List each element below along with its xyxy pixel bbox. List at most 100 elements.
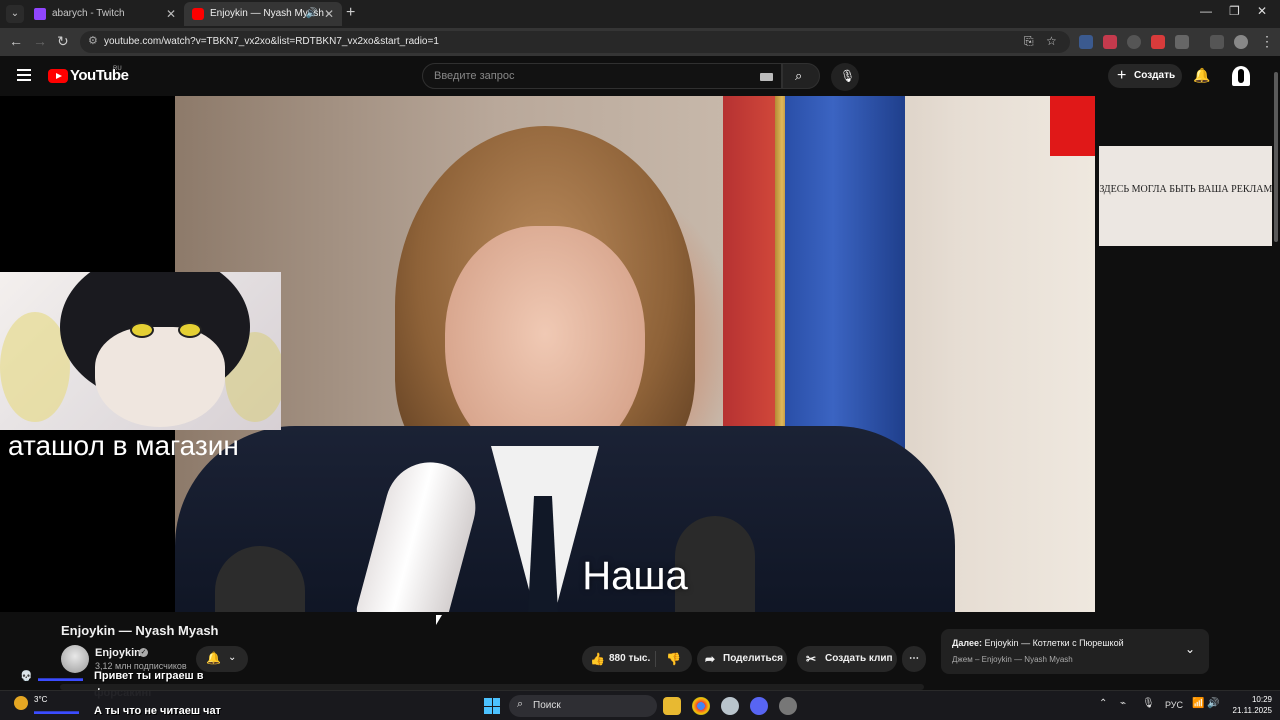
usb-icon[interactable]: ⌁: [1120, 698, 1126, 709]
video-player[interactable]: Наша: [175, 96, 1095, 612]
overlay-eye: [178, 322, 202, 338]
tab-list-button[interactable]: ⌄: [6, 5, 24, 23]
channel-avatar[interactable]: [61, 645, 89, 673]
channel-logo-corner: [1050, 96, 1095, 156]
minimize-icon[interactable]: —: [1200, 4, 1212, 18]
overlay-eye: [130, 322, 154, 338]
search-button[interactable]: ⌕: [782, 63, 820, 89]
create-clip-button[interactable]: ✂ Создать клип: [797, 646, 897, 672]
start-button[interactable]: [484, 698, 500, 714]
share-button[interactable]: ➦ Поделиться: [697, 646, 787, 672]
extension-icon[interactable]: [1127, 35, 1141, 49]
steam-icon[interactable]: [779, 697, 797, 715]
back-icon[interactable]: ←: [9, 33, 23, 49]
restore-icon[interactable]: ❐: [1229, 4, 1240, 18]
up-next-subtitle: Джем – Enjoykin — Nyash Myash: [952, 655, 1073, 664]
keyboard-icon[interactable]: [760, 73, 773, 81]
extension-icon[interactable]: [1079, 35, 1093, 49]
chat-message: Привет ты играеш в: [94, 670, 204, 682]
tab-youtube[interactable]: Enjoykin — Nyash Myash - 🔊 ✕: [184, 2, 342, 26]
clip-label: Создать клип: [825, 653, 893, 664]
ad-text: ЗДЕСЬ МОГЛА БЫТЬ ВАША РЕКЛАМА: [1099, 184, 1280, 195]
more-dots-icon: ⋯: [909, 653, 919, 664]
youtube-header: YouTube RU Введите запрос ⌕ 🎙 Создать 🔔: [0, 56, 1280, 96]
forward-icon[interactable]: →: [33, 33, 47, 49]
stream-webcam-overlay: [0, 272, 281, 430]
weather-temperature[interactable]: 3°C: [34, 695, 47, 704]
chat-username: ▬▬▬▬▬: [38, 673, 83, 683]
ad-banner[interactable]: ЗДЕСЬ МОГЛА БЫТЬ ВАША РЕКЛАМА: [1099, 146, 1280, 246]
clock-time: 10:29: [1251, 695, 1272, 704]
chat-message: А ты что не читаеш чат: [94, 705, 221, 717]
notifications-bell-icon[interactable]: 🔔: [1193, 67, 1210, 84]
close-tab-icon[interactable]: ✕: [324, 2, 334, 26]
browser-tab-bar: ⌄ abarych - Twitch ✕ Enjoykin — Nyash My…: [0, 0, 1280, 28]
mic-icon: 🎙: [840, 69, 856, 83]
weather-sun-icon[interactable]: [14, 696, 28, 710]
app-icon[interactable]: [721, 697, 739, 715]
thumbs-up-icon[interactable]: 👍: [590, 646, 605, 672]
bookmark-star-icon[interactable]: ☆: [1046, 34, 1057, 48]
wifi-icon[interactable]: 📶: [1192, 698, 1204, 709]
tray-chevron-up-icon[interactable]: ⌃: [1099, 698, 1107, 709]
address-bar[interactable]: ⚙ youtube.com/watch?v=TBKN7_vx2xo&list=R…: [80, 31, 1070, 53]
bell-icon: 🔔: [206, 651, 221, 665]
volume-icon[interactable]: 🔊: [1207, 698, 1219, 709]
voice-search-button[interactable]: 🎙: [831, 63, 859, 91]
account-avatar[interactable]: [1232, 66, 1250, 86]
system-clock[interactable]: 10:29 21.11.2025: [1222, 694, 1272, 716]
youtube-icon: [192, 8, 204, 20]
close-tab-icon[interactable]: ✕: [166, 2, 176, 26]
channel-name[interactable]: Enjoykin: [95, 647, 141, 659]
search-placeholder: Введите запрос: [434, 70, 515, 82]
youtube-logo-icon[interactable]: [48, 69, 68, 83]
search-icon: ⌕: [795, 68, 803, 83]
discord-icon[interactable]: [750, 697, 768, 715]
reload-icon[interactable]: ↻: [57, 33, 69, 50]
clock-date: 21.11.2025: [1232, 706, 1272, 715]
puzzle-icon[interactable]: [1175, 35, 1189, 49]
chevron-down-icon: ⌄: [228, 652, 237, 663]
install-icon[interactable]: ⎘: [1024, 34, 1034, 49]
like-count[interactable]: 880 тыс.: [609, 646, 650, 672]
scrollbar-thumb[interactable]: [1274, 72, 1278, 242]
extension-icon[interactable]: [1103, 35, 1117, 49]
share-arrow-icon: ➦: [705, 652, 716, 666]
menu-dots-icon[interactable]: ⋮: [1260, 33, 1274, 50]
thumbs-down-icon[interactable]: 👎: [666, 646, 681, 672]
stream-overlay-text: аташол в магазин: [8, 430, 239, 461]
chrome-icon[interactable]: [692, 697, 710, 715]
taskbar-search[interactable]: ⌕ Поиск: [509, 695, 657, 717]
subscription-bell-button[interactable]: 🔔 ⌄: [196, 646, 248, 672]
overlay-face: [95, 327, 225, 427]
close-window-icon[interactable]: ✕: [1257, 4, 1267, 18]
site-info-icon[interactable]: ⚙: [88, 34, 98, 47]
extension-icon[interactable]: [1151, 35, 1165, 49]
speaker-icon[interactable]: 🔊: [306, 2, 318, 26]
up-next-prefix: Далее:: [952, 638, 983, 648]
up-next-video: Enjoykin — Котлетки с Пюрешкой: [984, 638, 1124, 648]
mic-icon[interactable]: 🎙: [1142, 698, 1155, 709]
page-scrollbar[interactable]: [1272, 60, 1280, 690]
language-indicator[interactable]: РУС: [1165, 700, 1183, 710]
chevron-down-icon[interactable]: ⌄: [1185, 642, 1195, 656]
profile-icon[interactable]: [1234, 35, 1248, 49]
mouse-cursor: [436, 615, 442, 625]
video-subtitle: Наша: [582, 554, 688, 598]
up-next-panel[interactable]: Далее: Enjoykin — Котлетки с Пюрешкой Дж…: [941, 629, 1209, 674]
create-button[interactable]: Создать: [1108, 64, 1182, 88]
search-input[interactable]: Введите запрос: [422, 63, 782, 89]
verified-check-icon: ✓: [139, 648, 148, 657]
browser-toolbar: ← → ↻ ⚙ youtube.com/watch?v=TBKN7_vx2xo&…: [0, 28, 1280, 56]
divider: [655, 651, 656, 667]
taskbar-search-label: Поиск: [533, 700, 561, 711]
url-text[interactable]: youtube.com/watch?v=TBKN7_vx2xo&list=RDT…: [104, 36, 439, 47]
media-icon[interactable]: [1210, 35, 1224, 49]
file-explorer-icon[interactable]: [663, 697, 681, 715]
scissors-icon: ✂: [806, 652, 817, 666]
tab-twitch[interactable]: abarych - Twitch ✕: [26, 2, 184, 26]
new-tab-button[interactable]: +: [346, 4, 355, 22]
like-dislike-group: 👍 880 тыс. 👎: [582, 646, 692, 672]
hamburger-menu-icon[interactable]: [17, 69, 31, 81]
more-actions-button[interactable]: ⋯: [902, 646, 926, 672]
